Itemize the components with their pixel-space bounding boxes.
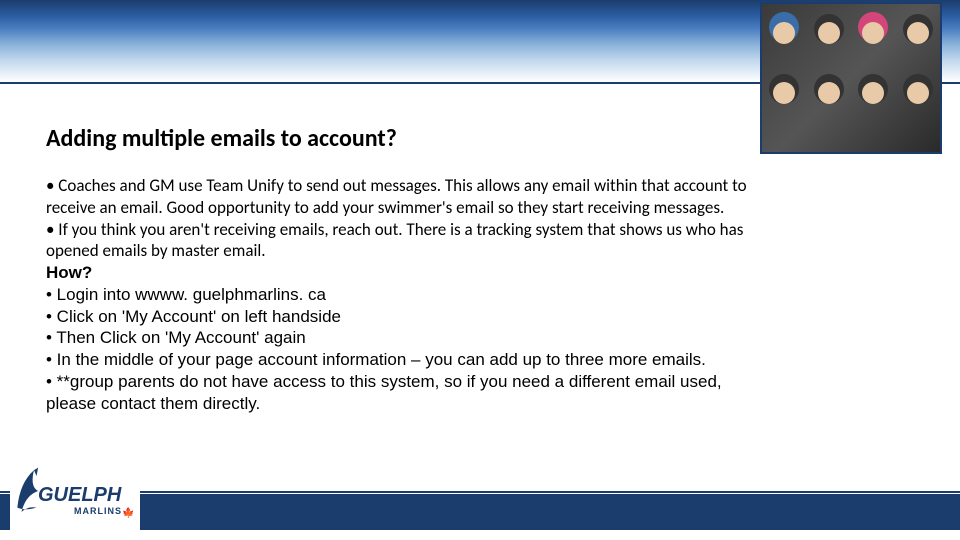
logo-text-sub: MARLINS — [74, 506, 122, 516]
slide-body: • Coaches and GM use Team Unify to send … — [46, 175, 914, 414]
guelph-marlins-logo: GUELPH MARLINS 🍁 — [10, 462, 140, 530]
bullet-text: • **group parents do not have access to … — [46, 371, 914, 393]
footer-band — [0, 494, 960, 530]
bullet-text: • Click on 'My Account' on left handside — [46, 306, 914, 328]
bullet-text: • If you think you aren't receiving emai… — [46, 219, 914, 241]
bullet-text: • Then Click on 'My Account' again — [46, 327, 914, 349]
team-photo — [760, 2, 942, 154]
bullet-text: • Coaches and GM use Team Unify to send … — [46, 175, 914, 197]
logo-text-main: GUELPH — [38, 484, 121, 507]
bullet-text: • In the middle of your page account inf… — [46, 349, 914, 371]
bullet-text: receive an email. Good opportunity to ad… — [46, 197, 914, 219]
maple-leaf-icon: 🍁 — [122, 506, 134, 519]
footer-divider-line — [0, 491, 960, 493]
bullet-text: opened emails by master email. — [46, 240, 914, 262]
how-heading: How? — [46, 262, 914, 284]
bullet-text: please contact them directly. — [46, 393, 914, 415]
bullet-text: • Login into wwww. guelphmarlins. ca — [46, 284, 914, 306]
